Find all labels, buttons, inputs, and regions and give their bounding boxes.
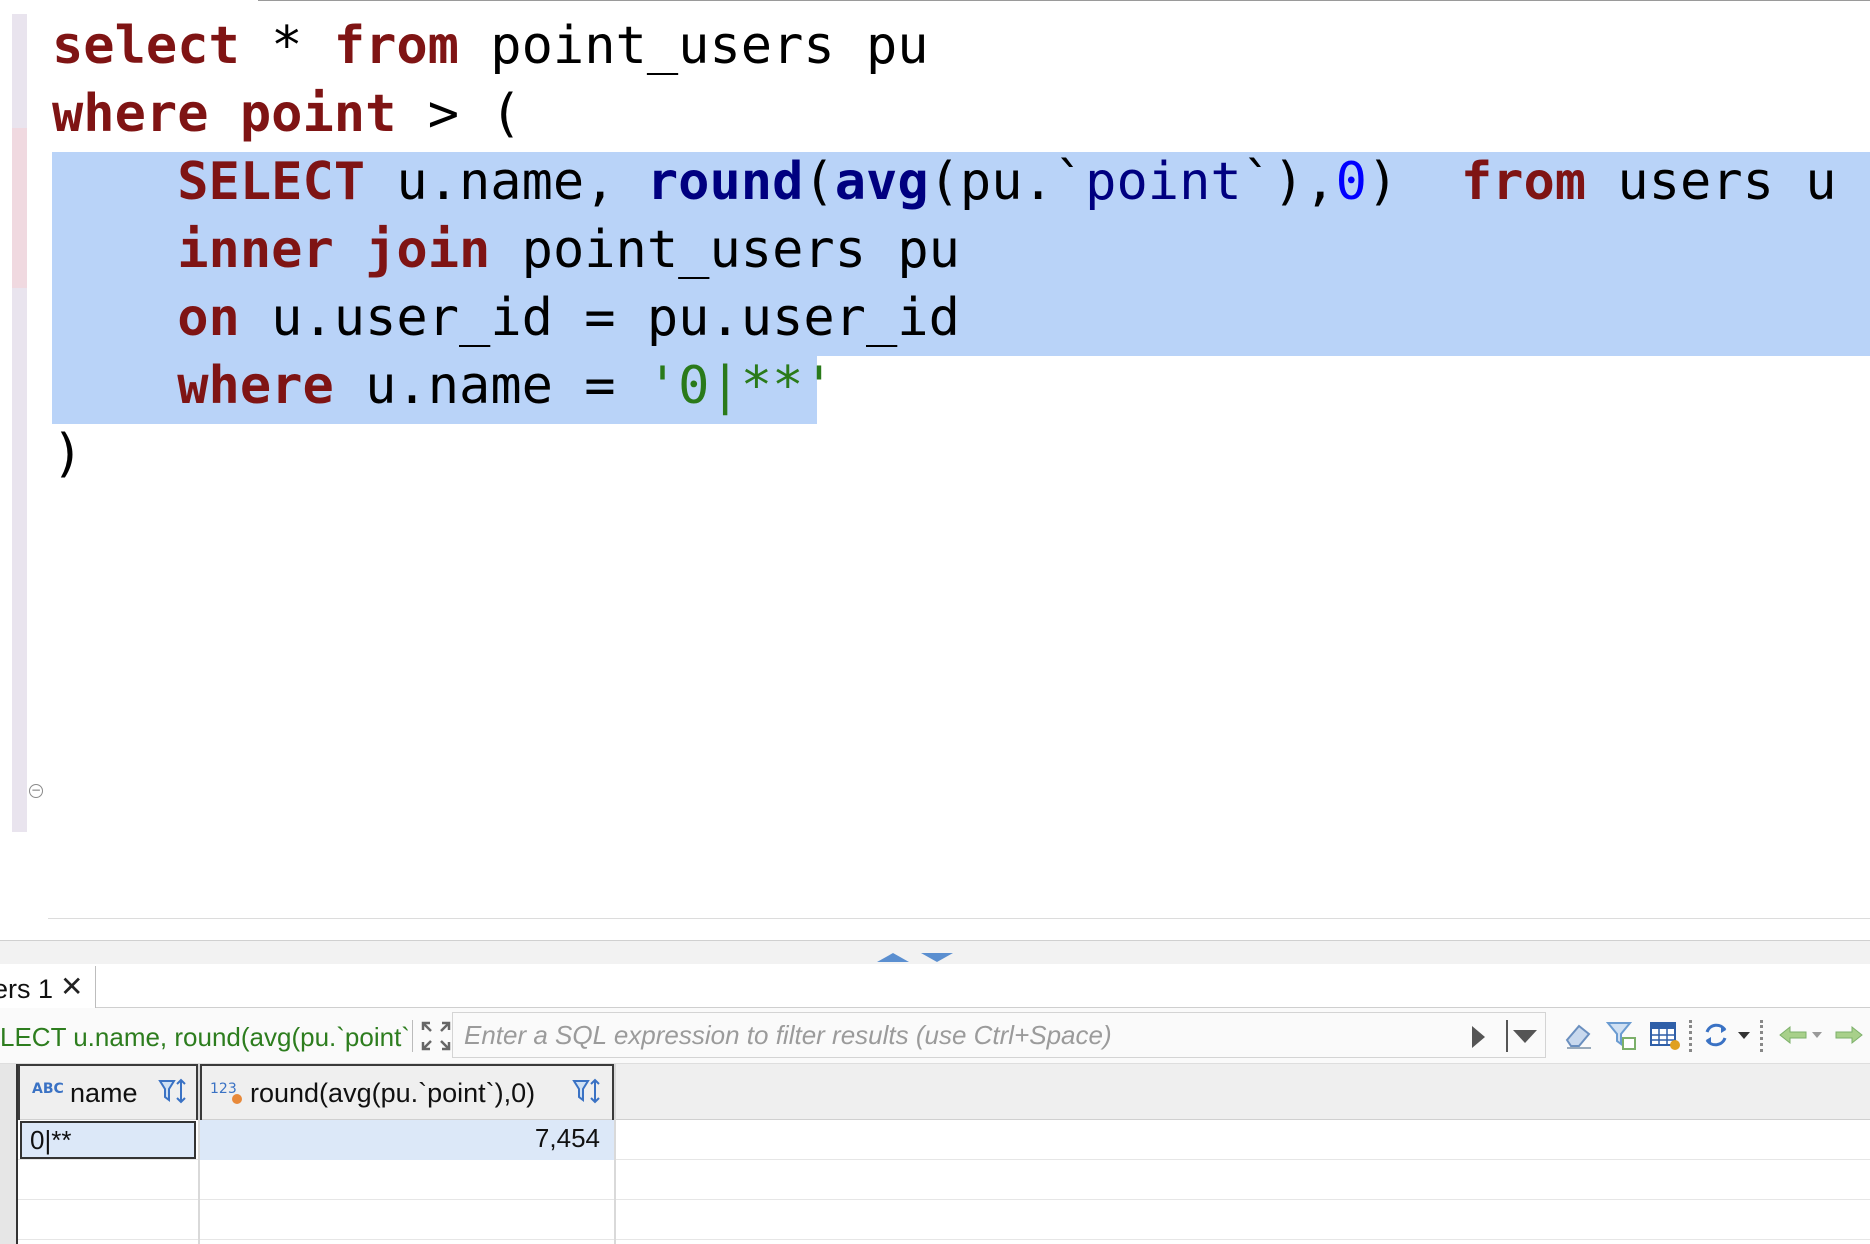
column-divider[interactable] xyxy=(198,1064,200,1244)
code-token-num: 0 xyxy=(1335,152,1367,212)
code-token-kw: on xyxy=(177,288,240,348)
column-filter-sort-icon[interactable] xyxy=(572,1076,602,1108)
code-token-fn: avg xyxy=(834,152,929,212)
refresh-dropdown-icon[interactable] xyxy=(1738,1032,1750,1039)
column-header-name[interactable]: ABC name xyxy=(18,1064,198,1120)
column-header-label: name xyxy=(70,1078,138,1108)
editor-top-border xyxy=(258,0,1870,4)
back-dropdown-icon[interactable] xyxy=(1812,1032,1822,1038)
code-token: u.user_id = pu.user_id xyxy=(239,288,960,348)
column-filter-sort-icon[interactable] xyxy=(158,1076,188,1108)
results-grid[interactable]: ABC name 123 round(avg(pu.`point`),0) 0|… xyxy=(0,1064,1870,1244)
calculated-column-icon xyxy=(232,1094,242,1104)
table-row[interactable]: 0|** 7,454 xyxy=(18,1120,1870,1160)
code-token: ) xyxy=(1366,152,1461,212)
eraser-icon[interactable] xyxy=(1561,1018,1595,1052)
filter-history-dropdown-icon[interactable] xyxy=(1513,1030,1537,1043)
code-token-kw: select xyxy=(52,16,240,76)
code-token-kw: from xyxy=(1460,152,1587,212)
filter-expression-input[interactable] xyxy=(458,1014,1550,1056)
code-line[interactable]: inner join point_users pu xyxy=(52,216,960,284)
code-token-kw: from xyxy=(333,16,459,76)
code-token-kw: where xyxy=(177,356,334,416)
code-token: ) xyxy=(52,424,84,484)
results-tab-bar: ers 1 ✕ xyxy=(0,964,1870,1008)
toolbar-separator xyxy=(1506,1020,1508,1052)
toolbar-separator xyxy=(1760,1020,1766,1052)
string-type-icon: ABC xyxy=(32,1081,64,1097)
arrow-right-icon[interactable] xyxy=(1832,1018,1866,1052)
code-token-kw: where xyxy=(52,84,209,144)
editor-divider xyxy=(48,918,1870,919)
toolbar-separator xyxy=(412,1020,413,1052)
expand-icon[interactable] xyxy=(420,1020,452,1052)
table-cell-name[interactable]: 0|** xyxy=(20,1121,196,1159)
code-line[interactable]: ) xyxy=(52,420,83,488)
code-token-kw: point xyxy=(239,84,397,144)
code-token: `), xyxy=(1241,152,1336,212)
refresh-icon[interactable] xyxy=(1699,1018,1733,1052)
maximize-results-icon[interactable] xyxy=(921,953,953,962)
code-line[interactable]: select * from point_users pu xyxy=(52,12,929,80)
apply-filter-icon[interactable] xyxy=(1472,1026,1485,1048)
code-token: u.name, xyxy=(365,152,647,212)
column-divider[interactable] xyxy=(614,1064,616,1244)
code-token: ( xyxy=(803,152,835,212)
maximize-editor-icon[interactable] xyxy=(877,953,909,962)
code-token: point_users pu xyxy=(490,220,960,280)
code-token-kw: SELECT xyxy=(177,152,366,212)
code-token: > ( xyxy=(396,84,522,144)
grid-layout-icon[interactable] xyxy=(1648,1018,1682,1052)
results-tab[interactable]: ers 1 ✕ xyxy=(0,966,96,1008)
table-row-empty xyxy=(18,1160,1870,1200)
column-header-label: round(avg(pu.`point`),0) xyxy=(250,1078,536,1108)
filter-config-icon[interactable] xyxy=(1605,1018,1639,1052)
code-line[interactable]: where point > ( xyxy=(52,80,522,148)
code-token-kw: inner xyxy=(177,220,334,280)
results-tab-label: ers 1 xyxy=(0,974,54,1004)
active-query-label[interactable]: LECT u.name, round(avg(pu.`point`),0) fr… xyxy=(0,1022,408,1053)
column-header-round-avg[interactable]: 123 round(avg(pu.`point`),0) xyxy=(200,1064,614,1120)
code-token-ident-q: point xyxy=(1085,152,1242,212)
code-line[interactable]: SELECT u.name, round(avg(pu.`point`),0) … xyxy=(52,148,1837,216)
code-line[interactable]: where u.name = '0|**' xyxy=(52,352,835,420)
gutter-change-marker xyxy=(12,128,27,288)
code-token-str: '0|**' xyxy=(646,356,835,416)
code-token: u.name = xyxy=(333,356,647,416)
code-token: users u xyxy=(1586,152,1837,212)
toolbar-separator xyxy=(1689,1020,1695,1052)
row-number-column[interactable] xyxy=(0,1064,18,1244)
fold-collapse-icon[interactable]: − xyxy=(29,784,43,798)
table-cell-round-avg[interactable]: 7,454 xyxy=(200,1120,614,1160)
panel-splitter[interactable] xyxy=(0,940,1870,964)
close-icon[interactable]: ✕ xyxy=(60,970,83,1003)
code-line[interactable]: on u.user_id = pu.user_id xyxy=(52,284,960,352)
arrow-left-icon[interactable] xyxy=(1776,1018,1810,1052)
code-token: (pu.` xyxy=(928,152,1086,212)
results-filter-bar: LECT u.name, round(avg(pu.`point`),0) fr… xyxy=(0,1008,1870,1064)
sql-editor[interactable]: − select * from point_users pu where poi… xyxy=(0,0,1870,940)
code-token: * xyxy=(239,16,334,76)
code-token-kw: join xyxy=(365,220,491,280)
code-token-fn: round xyxy=(646,152,804,212)
code-token: point_users pu xyxy=(459,16,929,76)
table-row-empty xyxy=(18,1200,1870,1240)
